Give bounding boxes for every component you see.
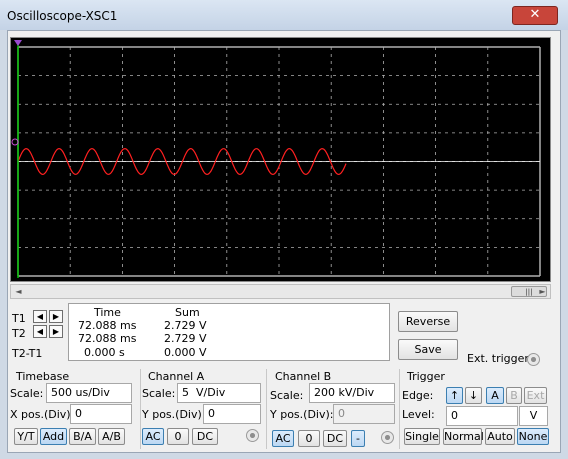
t1-right-button[interactable]: ▶ [49, 310, 63, 323]
trigger-source-b-button[interactable]: B [506, 387, 522, 404]
yt-mode-button[interactable]: Y/T [14, 428, 38, 445]
trigger-source-a-button[interactable]: A [486, 387, 504, 404]
channel-a-title: Channel A [148, 370, 205, 383]
time-scrollbar[interactable]: ◄ ||| ► [10, 284, 551, 299]
t1-sum-value: 2.729 V [164, 319, 207, 332]
ext-trigger-terminal-icon[interactable] [527, 353, 540, 366]
channel-b-scale-label: Scale: [270, 389, 304, 402]
x-pos-label: X pos.(Div): [10, 408, 75, 421]
channel-a-zero-button[interactable]: 0 [167, 428, 189, 445]
divider [399, 369, 400, 449]
save-button[interactable]: Save [398, 339, 458, 360]
trigger-level-unit[interactable]: V [519, 406, 548, 426]
single-mode-button[interactable]: Single [404, 428, 440, 445]
channel-b-y-pos-label: Y pos.(Div): [270, 408, 334, 421]
t1-left-button[interactable]: ◀ [33, 310, 47, 323]
t2-left-button[interactable]: ◀ [33, 325, 47, 338]
add-mode-button[interactable]: Add [40, 428, 67, 445]
a-over-b-mode-button[interactable]: A/B [98, 428, 125, 445]
level-label: Level: [402, 408, 435, 421]
x-pos-field[interactable]: 0 [70, 404, 132, 424]
normal-mode-button[interactable]: Normal [443, 428, 484, 445]
falling-edge-button[interactable]: ↓ [465, 387, 482, 404]
channel-a-scale-field[interactable]: 5 V/Div [177, 383, 261, 403]
timebase-scale-field[interactable]: 500 us/Div [46, 383, 132, 403]
auto-mode-button[interactable]: Auto [485, 428, 515, 445]
channel-b-scale-field[interactable]: 200 kV/Div [309, 383, 395, 403]
cursor-t1-marker-icon [14, 40, 22, 46]
t2-time-value: 72.088 ms [78, 332, 137, 345]
channel-a-dc-button[interactable]: DC [192, 428, 218, 445]
timebase-title: Timebase [16, 370, 70, 383]
t1-time-value: 72.088 ms [78, 319, 137, 332]
oscilloscope-screen[interactable] [10, 37, 551, 282]
close-button[interactable]: ✕ [512, 6, 558, 25]
channel-b-invert-button[interactable]: - [351, 430, 365, 447]
b-over-a-mode-button[interactable]: B/A [69, 428, 96, 445]
channel-a-terminal-icon[interactable] [246, 429, 259, 442]
timebase-scale-label: Scale: [10, 387, 44, 400]
channel-b-title: Channel B [275, 370, 332, 383]
cursor-readout: Time Sum 72.088 ms 2.729 V 72.088 ms 2.7… [68, 303, 390, 361]
window-title: Oscilloscope-XSC1 [7, 9, 118, 23]
scope-display [11, 40, 541, 278]
t1-label: T1 [12, 312, 26, 325]
edge-label: Edge: [402, 389, 434, 402]
scope-grid [17, 46, 541, 277]
channel-a-scale-label: Scale: [142, 387, 176, 400]
t2-right-button[interactable]: ▶ [49, 325, 63, 338]
diff-sum-value: 0.000 V [164, 346, 207, 359]
none-mode-button[interactable]: None [517, 428, 549, 445]
sum-header: Sum [175, 306, 200, 319]
channel-b-terminal-icon[interactable] [381, 431, 394, 444]
scroll-right-icon[interactable]: ► [535, 285, 550, 298]
ext-trigger-label: Ext. trigger [467, 352, 529, 365]
channel-a-ac-button[interactable]: AC [142, 428, 164, 445]
diff-time-value: 0.000 s [84, 346, 125, 359]
channel-b-dc-button[interactable]: DC [323, 430, 347, 447]
channel-b-ac-button[interactable]: AC [272, 430, 294, 447]
title-bar[interactable]: Oscilloscope-XSC1 ✕ [0, 0, 568, 30]
trigger-source-ext-button[interactable]: Ext [524, 387, 547, 404]
trigger-level-field[interactable]: 0 [446, 406, 518, 426]
reverse-button[interactable]: Reverse [398, 311, 458, 332]
time-header: Time [94, 306, 121, 319]
divider [266, 369, 267, 449]
t2-sum-value: 2.729 V [164, 332, 207, 345]
rising-edge-button[interactable]: ↑ [446, 387, 463, 404]
trigger-title: Trigger [407, 370, 445, 383]
channel-a-y-pos-field[interactable]: 0 [203, 404, 261, 424]
t2-t1-label: T2-T1 [12, 347, 43, 360]
channel-a-y-pos-label: Y pos.(Div): [142, 408, 206, 421]
scroll-left-icon[interactable]: ◄ [11, 285, 26, 298]
channel-b-zero-button[interactable]: 0 [298, 430, 320, 447]
channel-b-y-pos-field[interactable]: 0 [333, 404, 395, 424]
divider [140, 369, 141, 449]
t2-label: T2 [12, 327, 26, 340]
channel-a-ground-marker-icon [11, 138, 19, 146]
